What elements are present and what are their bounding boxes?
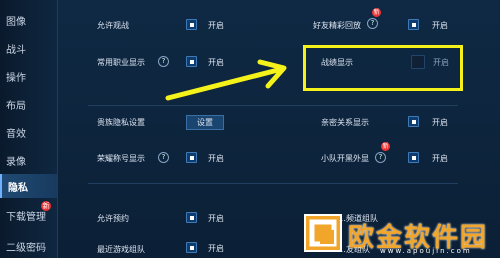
common-role-label: 常用职业显示 [97, 58, 145, 67]
allow-reservation-label: 允许预约 [97, 214, 129, 223]
allow-watch-value: 开启 [208, 21, 224, 30]
sidebar-item-label: 录像 [6, 156, 26, 168]
help-icon[interactable]: ? [367, 18, 378, 29]
sidebar-item-controls[interactable]: 操作 [0, 64, 57, 88]
sidebar-item-label: 隐私 [8, 182, 28, 194]
new-badge: 新 [381, 142, 390, 151]
divider [88, 105, 458, 106]
squad-skin-value: 开启 [432, 154, 448, 163]
noble-privacy-settings-button[interactable]: 设置 [186, 115, 224, 130]
sidebar-item-sound[interactable]: 音效 [0, 120, 57, 144]
allow-watch-label: 允许观战 [97, 21, 129, 30]
recent-team-value: 开启 [208, 244, 224, 253]
watermark-logo-icon [304, 214, 342, 252]
sidebar-item-secondary-password[interactable]: 二级密码 [0, 234, 57, 258]
sidebar-item-label: 布局 [6, 100, 26, 112]
new-badge: 新 [372, 8, 381, 17]
help-icon[interactable]: ? [375, 152, 386, 163]
sidebar-item-privacy[interactable]: 隐私 [0, 174, 57, 198]
sidebar-item-layout[interactable]: 布局 [0, 92, 57, 116]
sidebar-item-label: 下载管理 [6, 211, 46, 223]
close-relation-checkbox[interactable] [408, 116, 419, 127]
friend-highlight-checkbox[interactable] [408, 19, 419, 30]
recent-team-label: 最近游戏组队 [97, 245, 145, 254]
sidebar-item-label: 战斗 [6, 44, 26, 56]
allow-reservation-checkbox[interactable] [186, 212, 197, 223]
help-icon[interactable]: ? [158, 152, 169, 163]
watermark-url: www.apoujin.com [380, 247, 472, 255]
noble-privacy-label: 贵族隐私设置 [97, 118, 145, 127]
friend-highlight-label: 好友精彩回放 [313, 21, 361, 30]
close-relation-value: 开启 [432, 118, 448, 127]
highlight-box [303, 45, 463, 91]
sidebar-item-downloads[interactable]: 下载管理 新 [0, 201, 57, 227]
squad-skin-label: 小队开黑外显 [321, 154, 369, 163]
sidebar-item-replay[interactable]: 录像 [0, 148, 57, 172]
close-relation-label: 亲密关系显示 [321, 118, 369, 127]
divider [88, 183, 458, 184]
allow-reservation-value: 开启 [208, 214, 224, 223]
sidebar-item-image[interactable]: 图像 [0, 8, 57, 32]
honor-title-checkbox[interactable] [186, 152, 197, 163]
friend-highlight-value: 开启 [432, 21, 448, 30]
sidebar-item-battle[interactable]: 战斗 [0, 36, 57, 60]
new-badge: 新 [41, 201, 51, 211]
arrow-icon [165, 59, 287, 101]
recent-team-checkbox[interactable] [186, 242, 197, 253]
sidebar-item-label: 图像 [6, 16, 26, 28]
honor-title-label: 荣耀称号显示 [97, 154, 145, 163]
sidebar-item-label: 操作 [6, 72, 26, 84]
allow-watch-checkbox[interactable] [186, 19, 197, 30]
sidebar-item-label: 二级密码 [6, 242, 46, 254]
watermark: 欧金软件园 www.apoujin.com [300, 211, 496, 258]
settings-sidebar: 图像 战斗 操作 布局 音效 录像 隐私 下载管理 新 二级密码 [0, 0, 58, 258]
sidebar-item-label: 音效 [6, 128, 26, 140]
squad-skin-checkbox[interactable] [408, 152, 419, 163]
honor-title-value: 开启 [208, 154, 224, 163]
